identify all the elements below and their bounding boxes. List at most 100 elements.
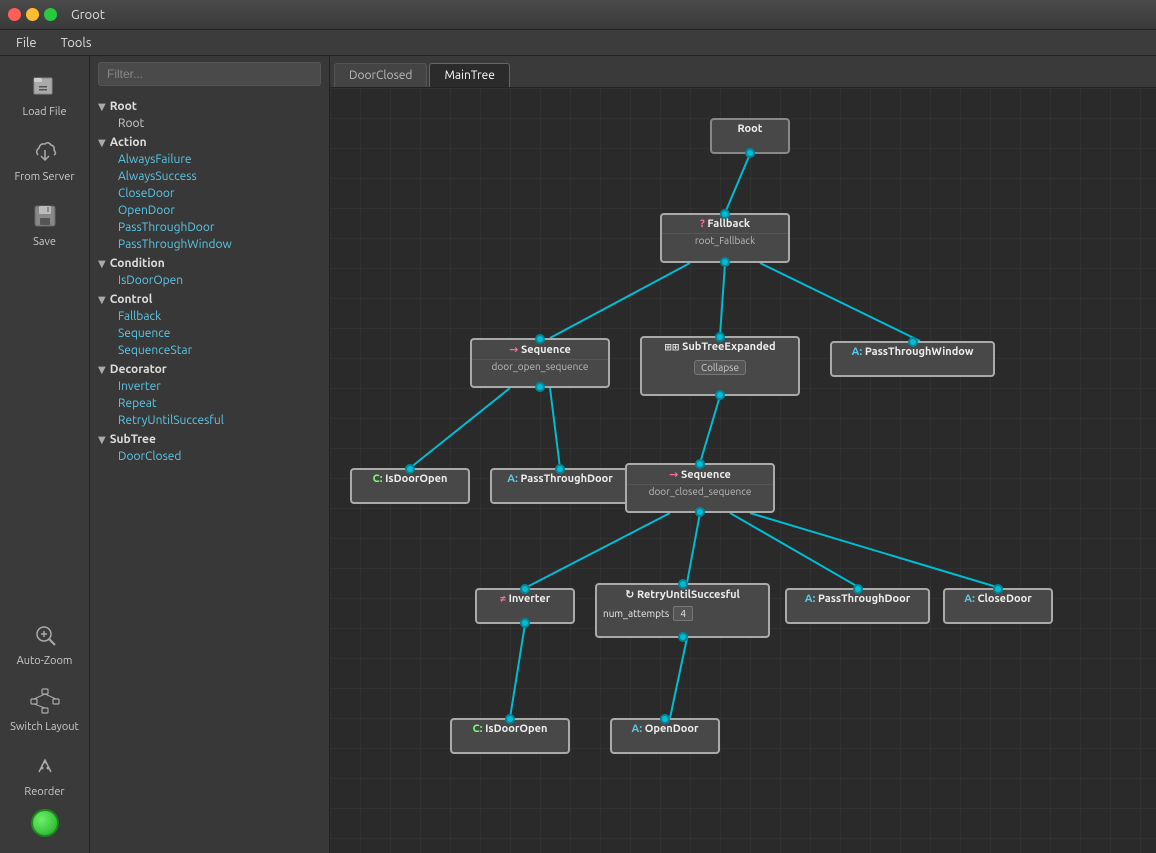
menu-file[interactable]: File [6, 34, 47, 52]
node-inverter[interactable]: ≠ Inverter [475, 588, 575, 624]
category-subtree-children: DoorClosed [90, 448, 329, 465]
category-subtree-header[interactable]: ▼ SubTree [90, 431, 329, 448]
category-root-header[interactable]: ▼ Root [90, 98, 329, 115]
node-root-port-bottom [745, 148, 755, 158]
tree-item-passthroughwindow[interactable]: PassThroughWindow [110, 236, 329, 253]
triangle-decorator: ▼ [98, 364, 106, 376]
from-server-button[interactable]: From Server [5, 129, 85, 190]
tree-item-fallback[interactable]: Fallback [110, 308, 329, 325]
auto-zoom-button[interactable]: Auto-Zoom [5, 613, 85, 674]
node-isdooropen1-port-top [405, 464, 415, 474]
node-retryuntil-port-top [678, 579, 688, 589]
load-file-icon [29, 70, 61, 102]
category-subtree: ▼ SubTree DoorClosed [90, 431, 329, 465]
node-opendoor[interactable]: A: OpenDoor [610, 718, 720, 754]
node-sequence2-port-bottom [695, 507, 705, 517]
node-fallback-port-bottom [720, 257, 730, 267]
load-file-button[interactable]: Load File [5, 64, 85, 125]
tabs: DoorClosed MainTree [330, 56, 1156, 88]
node-sequence1-port-bottom [535, 382, 545, 392]
content-area: DoorClosed MainTree [330, 56, 1156, 853]
from-server-icon [29, 135, 61, 167]
tree-item-repeat[interactable]: Repeat [110, 395, 329, 412]
node-closedoor-port-top [993, 584, 1003, 594]
category-decorator-label: Decorator [110, 363, 167, 376]
filter-input[interactable] [98, 62, 321, 86]
auto-zoom-icon [29, 619, 61, 651]
node-closedoor[interactable]: A: CloseDoor [943, 588, 1053, 624]
category-control-header[interactable]: ▼ Control [90, 291, 329, 308]
category-condition-children: IsDoorOpen [90, 272, 329, 289]
reorder-button[interactable]: Reorder [5, 744, 85, 805]
close-button[interactable] [8, 8, 21, 21]
node-inverter-port-top [520, 584, 530, 594]
node-sequence1[interactable]: → Sequence door_open_sequence [470, 338, 610, 388]
save-icon [29, 200, 61, 232]
triangle-subtree: ▼ [98, 434, 106, 446]
menubar: File Tools [0, 30, 1156, 56]
main-area: Load File From Server Sav [0, 56, 1156, 853]
graph-canvas[interactable]: Root ? Fallback root_Fallback → Sequence… [330, 88, 1156, 853]
node-isdooropen1[interactable]: C: IsDoorOpen [350, 468, 470, 504]
node-inverter-port-bottom [520, 618, 530, 628]
node-subtree[interactable]: ⊞⊞ SubTreeExpanded Collapse [640, 336, 800, 396]
switch-layout-button[interactable]: Switch Layout [5, 679, 85, 740]
tree-item-sequence[interactable]: Sequence [110, 325, 329, 342]
node-retryuntil-params: num_attempts 4 [597, 604, 768, 623]
category-decorator: ▼ Decorator Inverter Repeat RetryUntilSu… [90, 361, 329, 429]
node-passthroughdoor1-port-top [555, 464, 565, 474]
tab-doorclosed[interactable]: DoorClosed [334, 63, 427, 87]
menu-tools[interactable]: Tools [51, 34, 102, 52]
tree-item-retryuntil[interactable]: RetryUntilSuccesful [110, 412, 329, 429]
category-condition: ▼ Condition IsDoorOpen [90, 255, 329, 289]
collapse-button[interactable]: Collapse [694, 360, 746, 375]
tree-item-alwayssuccess[interactable]: AlwaysSuccess [110, 168, 329, 185]
category-root-label: Root [110, 100, 137, 113]
node-sequence1-port-top [535, 334, 545, 344]
node-sequence2-subtitle: door_closed_sequence [627, 484, 773, 500]
triangle-condition: ▼ [98, 258, 106, 270]
node-sequence2-port-top [695, 459, 705, 469]
node-isdooropen2[interactable]: C: IsDoorOpen [450, 718, 570, 754]
triangle-action: ▼ [98, 137, 106, 149]
load-file-label: Load File [22, 106, 66, 119]
minimize-button[interactable] [26, 8, 39, 21]
tree-item-root[interactable]: Root [110, 115, 329, 132]
node-passthroughwindow-port-top [908, 337, 918, 347]
tree-item-passthroughdoor[interactable]: PassThroughDoor [110, 219, 329, 236]
category-action-header[interactable]: ▼ Action [90, 134, 329, 151]
node-sequence1-subtitle: door_open_sequence [472, 359, 608, 375]
tree-item-isdooropen[interactable]: IsDoorOpen [110, 272, 329, 289]
category-control: ▼ Control Fallback Sequence SequenceStar [90, 291, 329, 359]
node-fallback-subtitle: root_Fallback [662, 233, 788, 249]
category-condition-header[interactable]: ▼ Condition [90, 255, 329, 272]
node-passthroughwindow[interactable]: A: PassThroughWindow [830, 341, 995, 377]
node-root[interactable]: Root [710, 118, 790, 154]
tree-item-sequencestar[interactable]: SequenceStar [110, 342, 329, 359]
tree-item-closedoor[interactable]: CloseDoor [110, 185, 329, 202]
category-root-children: Root [90, 115, 329, 132]
node-retryuntil[interactable]: ↻ RetryUntilSuccesful num_attempts 4 [595, 583, 770, 638]
node-subtree-port-bottom [715, 390, 725, 400]
save-label: Save [33, 236, 56, 249]
sidebar: ▼ Root Root ▼ Action AlwaysFailure Alway… [90, 56, 330, 853]
from-server-label: From Server [14, 171, 74, 184]
category-action-label: Action [110, 136, 147, 149]
node-fallback-port-top [720, 209, 730, 219]
node-fallback[interactable]: ? Fallback root_Fallback [660, 213, 790, 263]
node-passthroughdoor2[interactable]: A: PassThroughDoor [785, 588, 930, 624]
tab-maintree[interactable]: MainTree [429, 63, 509, 87]
node-passthroughdoor1[interactable]: A: PassThroughDoor [490, 468, 630, 504]
node-isdooropen2-port-top [505, 714, 515, 724]
category-decorator-children: Inverter Repeat RetryUntilSuccesful [90, 378, 329, 429]
category-decorator-header[interactable]: ▼ Decorator [90, 361, 329, 378]
category-control-children: Fallback Sequence SequenceStar [90, 308, 329, 359]
tree-item-alwaysfailure[interactable]: AlwaysFailure [110, 151, 329, 168]
tree-item-doorclosed[interactable]: DoorClosed [110, 448, 329, 465]
tree-item-opendoor[interactable]: OpenDoor [110, 202, 329, 219]
node-sequence2[interactable]: → Sequence door_closed_sequence [625, 463, 775, 513]
reorder-label: Reorder [24, 786, 64, 799]
save-button[interactable]: Save [5, 194, 85, 255]
tree-item-inverter[interactable]: Inverter [110, 378, 329, 395]
maximize-button[interactable] [44, 8, 57, 21]
